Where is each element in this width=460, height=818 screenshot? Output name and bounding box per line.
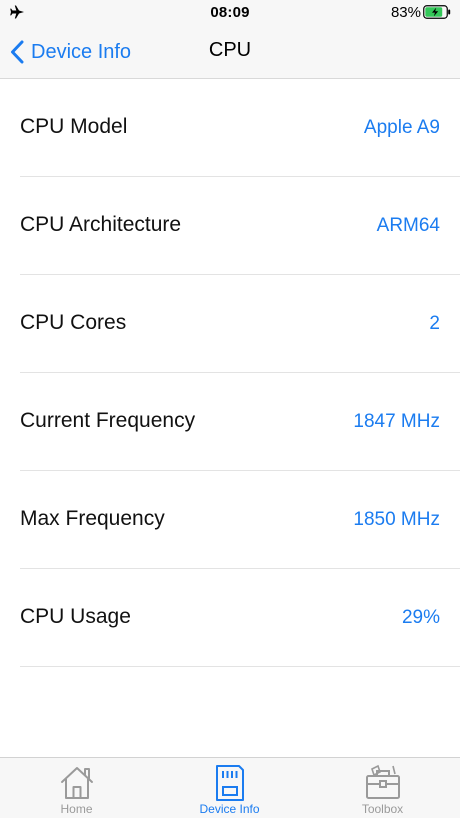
tab-device-info[interactable]: Device Info: [153, 758, 306, 818]
row-value: Apple A9: [363, 117, 440, 138]
row-value: 1847 MHz: [353, 411, 440, 432]
row-label: CPU Cores: [20, 311, 127, 334]
toolbox-icon: [365, 764, 400, 799]
screen: 08:09 83% Device Info CPU CPU Model Appl…: [0, 0, 460, 818]
row-label: CPU Architecture: [20, 213, 182, 236]
list-item-cpu-architecture: CPU Architecture ARM64: [20, 177, 460, 275]
row-value: ARM64: [376, 215, 440, 236]
status-bar: 08:09 83%: [0, 0, 460, 26]
battery-percent: 83%: [390, 4, 421, 21]
list-item-current-frequency: Current Frequency 1847 MHz: [20, 373, 460, 471]
list-item-cpu-cores: CPU Cores 2: [20, 275, 460, 373]
list-item-cpu-model: CPU Model Apple A9: [20, 79, 460, 177]
tab-toolbox[interactable]: Toolbox: [306, 758, 459, 818]
row-label: Current Frequency: [20, 409, 196, 432]
list-item-max-frequency: Max Frequency 1850 MHz: [20, 471, 460, 569]
list-item-cpu-usage: CPU Usage 29%: [20, 569, 460, 667]
tab-label: Toolbox: [361, 802, 404, 816]
row-label: CPU Usage: [20, 605, 131, 628]
tab-home[interactable]: Home: [0, 758, 153, 818]
tab-bar: Home Device Info Toolbox: [0, 757, 460, 818]
row-value: 1850 MHz: [353, 509, 440, 530]
row-value: 29%: [401, 607, 440, 628]
tab-label: Device Info: [199, 802, 260, 816]
page-title: CPU: [208, 39, 252, 61]
tab-label: Home: [60, 802, 93, 816]
row-label: CPU Model: [20, 115, 128, 138]
cpu-info-list: CPU Model Apple A9 CPU Architecture ARM6…: [0, 79, 460, 667]
row-label: Max Frequency: [20, 507, 165, 530]
home-icon: [60, 767, 93, 799]
sd-card-icon: [215, 765, 244, 801]
battery-charging-icon: [423, 5, 451, 19]
row-value: 2: [429, 313, 440, 334]
navigation-bar: Device Info CPU: [0, 26, 460, 79]
